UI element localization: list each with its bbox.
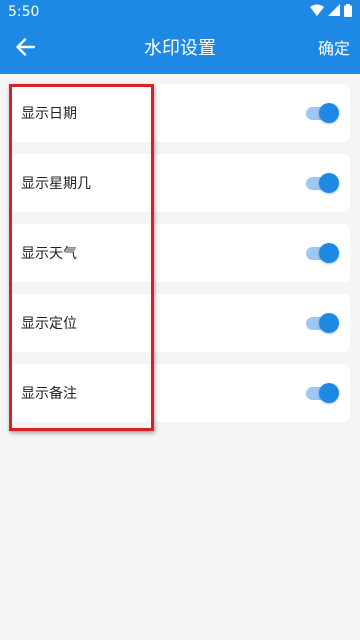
page-title: 水印设置 <box>144 38 216 59</box>
setting-row-show-date: 显示日期 <box>10 84 350 142</box>
toggle-switch[interactable] <box>306 103 339 123</box>
settings-list: 显示日期 显示星期几 显示天气 显示定位 显示备注 <box>10 84 350 434</box>
setting-row-show-location: 显示定位 <box>10 294 350 352</box>
toggle-switch[interactable] <box>306 173 339 193</box>
arrow-left-icon <box>15 38 36 60</box>
setting-row-show-note: 显示备注 <box>10 364 350 422</box>
toggle-thumb <box>319 103 339 123</box>
setting-label: 显示备注 <box>21 386 77 402</box>
toggle-switch[interactable] <box>306 243 339 263</box>
confirm-button[interactable]: 确定 <box>318 24 350 74</box>
toggle-thumb <box>319 173 339 193</box>
setting-row-show-weather: 显示天气 <box>10 224 350 282</box>
back-button[interactable] <box>12 36 38 62</box>
setting-label: 显示天气 <box>21 246 77 262</box>
setting-label: 显示日期 <box>21 106 77 122</box>
battery-icon <box>344 3 352 21</box>
app-bar: 水印设置 确定 <box>0 24 360 74</box>
cell-signal-icon <box>328 4 340 20</box>
status-time: 5:50 <box>8 4 40 20</box>
toggle-switch[interactable] <box>306 313 339 333</box>
status-bar: 5:50 <box>0 0 360 24</box>
wifi-icon <box>310 4 324 20</box>
toggle-thumb <box>319 383 339 403</box>
setting-row-show-weekday: 显示星期几 <box>10 154 350 212</box>
status-icons <box>310 3 352 21</box>
toggle-switch[interactable] <box>306 383 339 403</box>
setting-label: 显示星期几 <box>21 176 91 192</box>
toggle-thumb <box>319 313 339 333</box>
toggle-thumb <box>319 243 339 263</box>
setting-label: 显示定位 <box>21 316 77 332</box>
